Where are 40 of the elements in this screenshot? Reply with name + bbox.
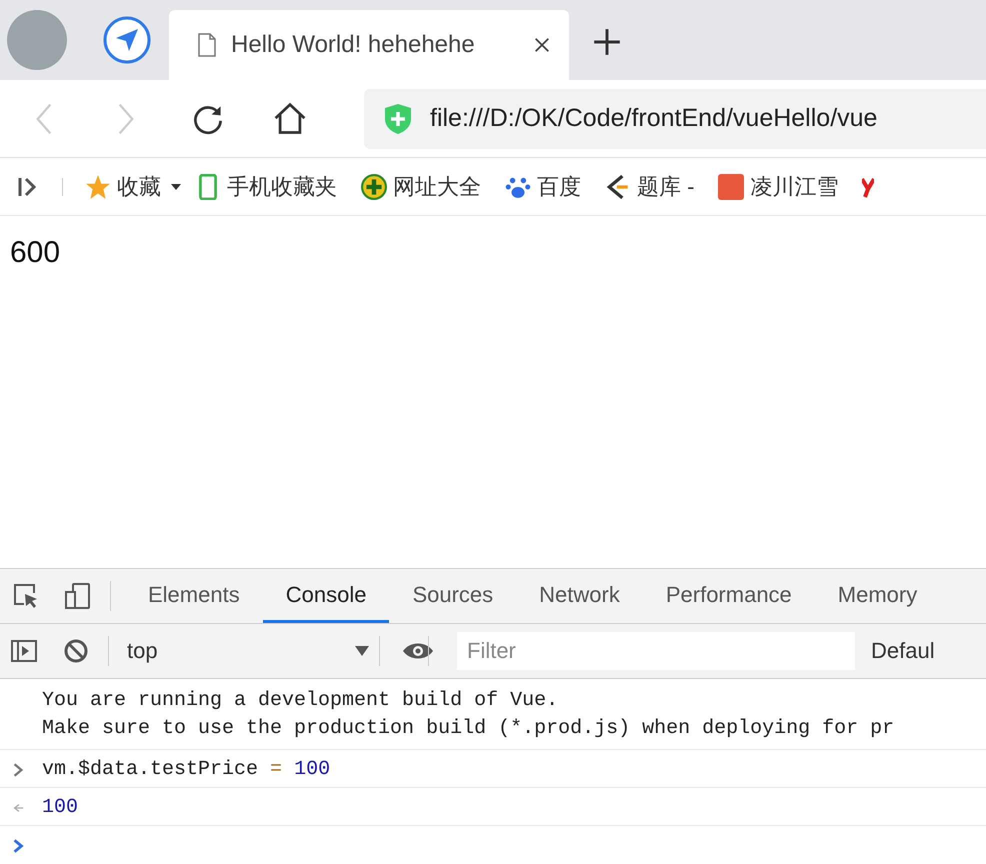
new-tab-icon[interactable] — [593, 28, 621, 56]
devtools-tab[interactable]: Network — [516, 569, 643, 623]
devtools-tab[interactable]: Memory — [814, 569, 940, 623]
devtools-tab[interactable]: Elements — [125, 569, 263, 623]
context-select[interactable]: top — [123, 638, 385, 664]
console-message: You are running a development build of Vue. — [42, 688, 560, 714]
chevron-logo-icon — [605, 174, 631, 200]
page-icon — [197, 33, 217, 57]
filter-field[interactable]: Filter — [457, 632, 855, 670]
sidebar-icon[interactable] — [10, 637, 38, 665]
clear-icon[interactable] — [62, 637, 90, 665]
browser-tab[interactable]: Hello World! hehehehe — [169, 10, 569, 80]
bookmark[interactable]: 收藏 — [85, 172, 161, 202]
input-chevron-icon — [12, 762, 24, 778]
bookmark[interactable]: 手机收藏夹 — [195, 172, 337, 202]
dropdown-caret-icon — [355, 646, 369, 656]
home-icon[interactable] — [272, 100, 308, 136]
bookmark[interactable]: 百度 — [505, 172, 581, 202]
console-message: Make sure to use the production build (*.prod.js) when deploying for pr — [42, 716, 896, 742]
app-logo-icon — [718, 174, 744, 200]
caret-icon[interactable] — [171, 184, 181, 190]
plus-circle-icon — [361, 174, 387, 200]
address-bar[interactable]: file:///D:/OK/Code/frontEnd/vueHello/vue — [364, 88, 986, 148]
close-icon[interactable] — [533, 36, 551, 54]
page-text: 600 — [10, 236, 60, 269]
device-icon[interactable] — [64, 582, 92, 610]
devtools-tab[interactable]: Performance — [642, 569, 815, 623]
bookmark[interactable]: 题库 - — [605, 172, 694, 202]
tab-title: Hello World! hehehehe — [231, 31, 476, 59]
console-command-text: vm.$data.testPrice = 100 — [42, 756, 330, 782]
levels-dropdown[interactable]: Defaul — [871, 638, 935, 664]
star-icon — [85, 174, 111, 200]
prompt-chevron-icon[interactable] — [12, 838, 24, 854]
bookmark[interactable]: 凌川江雪 — [718, 172, 838, 202]
url-text: file:///D:/OK/Code/frontEnd/vueHello/vue — [430, 104, 878, 133]
shield-icon — [384, 102, 412, 134]
devtools-tab[interactable]: Sources — [389, 569, 516, 623]
console-result: 100 — [42, 794, 78, 820]
eye-icon[interactable] — [402, 641, 434, 661]
bookmark[interactable]: 网址大全 — [361, 172, 481, 202]
